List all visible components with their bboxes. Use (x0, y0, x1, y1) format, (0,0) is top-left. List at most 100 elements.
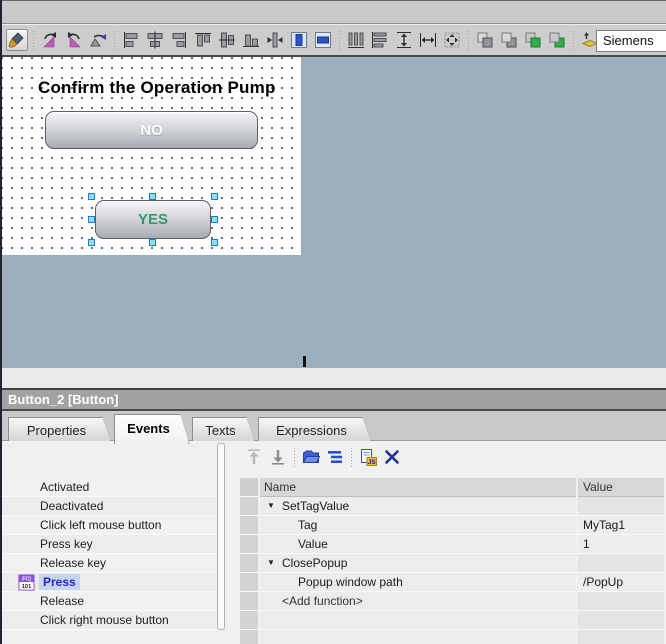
center-vertical-in-frame-icon[interactable] (312, 29, 334, 51)
table-row[interactable]: <Add function> (236, 592, 666, 611)
event-item-release-key[interactable]: Release key (0, 554, 216, 573)
selection-handle[interactable] (149, 239, 156, 246)
collapse-triangle-icon[interactable]: ▼ (267, 497, 275, 515)
event-item-activated[interactable]: Activated (0, 478, 216, 497)
move-up-icon[interactable] (243, 446, 265, 468)
function-name-cell[interactable]: Tag (260, 516, 576, 535)
popup-screen-canvas[interactable]: Confirm the Operation Pump NO YES (2, 57, 301, 255)
event-item-release[interactable]: Release (0, 592, 216, 611)
toolbar-separator (465, 29, 472, 51)
align-bottom-icon[interactable] (240, 29, 262, 51)
selection-handle[interactable] (88, 239, 95, 246)
function-name-cell[interactable]: ▼ SetTagValue (260, 497, 576, 516)
tab-properties[interactable]: Properties (8, 417, 111, 443)
delete-function-icon[interactable] (381, 446, 403, 468)
align-center-vertical-icon[interactable] (216, 29, 238, 51)
main-toolbar (0, 25, 666, 57)
rotate-90-icon[interactable] (87, 29, 109, 51)
screen-workspace: Confirm the Operation Pump NO YES (0, 57, 666, 368)
bring-forward-icon[interactable] (474, 29, 496, 51)
toolbar-separator (570, 29, 577, 51)
collapse-categories-icon[interactable] (324, 446, 346, 468)
align-top-icon[interactable] (192, 29, 214, 51)
convert-to-script-icon[interactable]: JS (357, 446, 379, 468)
table-empty-row (236, 611, 666, 630)
yes-button[interactable]: YES (95, 200, 211, 239)
move-down-icon[interactable] (267, 446, 289, 468)
row-gutter (240, 554, 258, 573)
function-value-cell[interactable]: MyTag1 (578, 516, 664, 535)
table-row[interactable]: Popup window path/PopUp (236, 573, 666, 592)
canvas-corner-mark (303, 356, 306, 367)
event-item-click-right-mouse-button[interactable]: Click right mouse button (0, 611, 216, 630)
tab-texts[interactable]: Texts (192, 417, 255, 443)
same-size-icon[interactable] (441, 29, 463, 51)
same-height-icon[interactable] (393, 29, 415, 51)
splitter-strip[interactable] (0, 368, 666, 388)
rotate-counterclockwise-icon[interactable] (63, 29, 85, 51)
toolbar-separator (111, 29, 118, 51)
tab-events[interactable]: Events (114, 414, 189, 444)
table-row[interactable]: TagMyTag1 (236, 516, 666, 535)
function-name-cell[interactable]: Popup window path (260, 573, 576, 592)
selection-handle[interactable] (211, 239, 218, 246)
table-row[interactable]: ▼ ClosePopup (236, 554, 666, 573)
selection-handle[interactable] (211, 193, 218, 200)
send-to-back-icon[interactable] (546, 29, 568, 51)
event-item-label: Click left mouse button (40, 518, 161, 532)
same-width-icon[interactable] (417, 29, 439, 51)
table-header-gutter (240, 478, 258, 497)
inspector-tab-bar: PropertiesEventsTextsExpressions (0, 409, 666, 441)
row-gutter (240, 611, 258, 630)
collapse-triangle-icon[interactable]: ▼ (267, 554, 275, 572)
bring-to-front-icon[interactable] (522, 29, 544, 51)
align-left-icon[interactable] (120, 29, 142, 51)
function-name-label: SetTagValue (282, 499, 349, 513)
selection-handle[interactable] (149, 193, 156, 200)
row-gutter (240, 592, 258, 611)
function-name-cell[interactable]: ▼ ClosePopup (260, 554, 576, 573)
align-center-horizontal-icon[interactable] (144, 29, 166, 51)
function-value-cell[interactable] (578, 592, 664, 611)
selection-handle[interactable] (88, 193, 95, 200)
no-button[interactable]: NO (45, 111, 258, 149)
rotate-clockwise-icon[interactable] (39, 29, 61, 51)
style-combobox[interactable]: Siemens (596, 30, 666, 52)
function-name-label: ClosePopup (282, 556, 347, 570)
svg-text:JS: JS (368, 459, 377, 466)
expand-categories-icon[interactable] (300, 446, 322, 468)
distribute-vertical-icon[interactable] (369, 29, 391, 51)
row-gutter (240, 497, 258, 516)
center-object-icon[interactable] (264, 29, 286, 51)
window-left-edge (0, 0, 2, 644)
event-item-label: Release key (40, 556, 106, 570)
send-backward-icon[interactable] (498, 29, 520, 51)
selection-handle[interactable] (211, 216, 218, 223)
inspector-title: Button_2 [Button] (0, 388, 666, 409)
event-item-click-left-mouse-button[interactable]: Click left mouse button (0, 516, 216, 535)
function-value-cell[interactable]: /PopUp (578, 573, 664, 592)
function-value-cell[interactable] (578, 497, 664, 516)
table-row[interactable]: ▼ SetTagValue (236, 497, 666, 516)
event-item-deactivated[interactable]: Deactivated (0, 497, 216, 516)
event-item-label: Deactivated (40, 499, 103, 513)
format-paint-brush-icon[interactable] (6, 29, 28, 51)
function-value-cell[interactable] (578, 554, 664, 573)
table-row[interactable]: Value1 (236, 535, 666, 554)
row-gutter (240, 535, 258, 554)
center-horizontal-in-frame-icon[interactable] (288, 29, 310, 51)
empty-name-cell (260, 611, 576, 630)
event-item-label: Press key (40, 537, 93, 551)
selection-handle[interactable] (88, 216, 95, 223)
event-list-scrollbar[interactable] (217, 443, 225, 630)
align-right-icon[interactable] (168, 29, 190, 51)
function-name-cell[interactable]: Value (260, 535, 576, 554)
distribute-horizontal-icon[interactable] (345, 29, 367, 51)
tab-expressions[interactable]: Expressions (258, 417, 371, 443)
function-name-label: <Add function> (282, 594, 363, 608)
empty-value-cell (578, 630, 664, 644)
function-name-cell[interactable]: <Add function> (260, 592, 576, 611)
event-item-press[interactable]: FC]101Press (0, 573, 216, 592)
function-value-cell[interactable]: 1 (578, 535, 664, 554)
event-item-press-key[interactable]: Press key (0, 535, 216, 554)
